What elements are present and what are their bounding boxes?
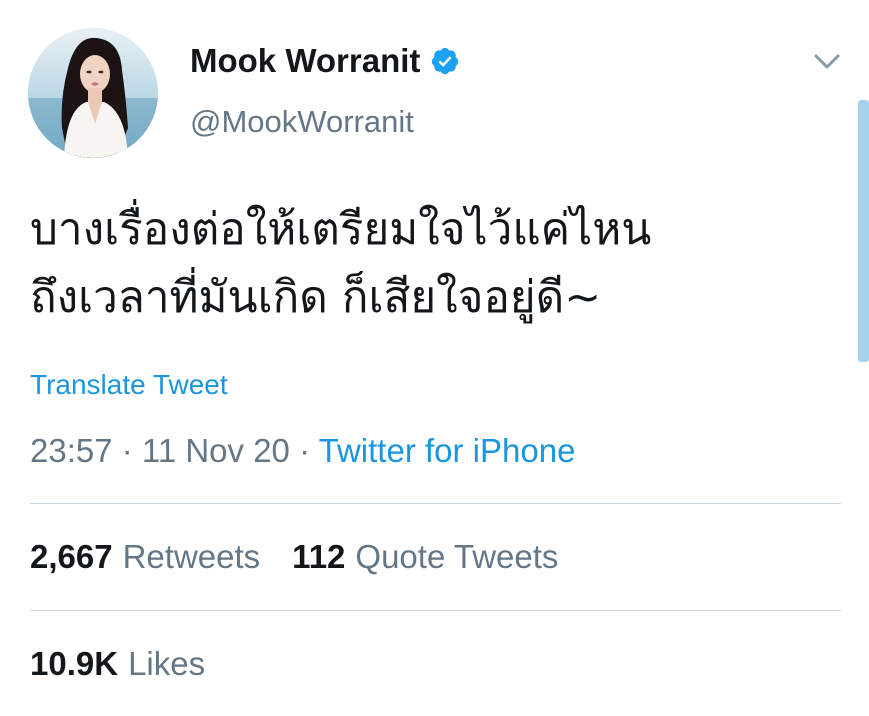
retweets-label: Retweets [122, 538, 261, 575]
meta-separator: · [289, 432, 319, 469]
engagement-stats: 2,667 Retweets 112 Quote Tweets [30, 538, 558, 576]
verified-badge-icon [430, 46, 460, 76]
quote-tweets-stat[interactable]: 112 Quote Tweets [292, 538, 558, 576]
user-handle[interactable]: @MookWorranit [190, 104, 414, 140]
quote-tweets-label: Quote Tweets [355, 538, 559, 575]
avatar[interactable] [28, 28, 158, 158]
display-name[interactable]: Mook Worranit [190, 42, 460, 80]
retweets-stat[interactable]: 2,667 Retweets [30, 538, 260, 576]
tweet-text-line: บางเรื่องต่อให้เตรียมใจไว้แค่ไหน [30, 204, 652, 255]
tweet-date[interactable]: 11 Nov 20 [142, 432, 290, 469]
likes-stat[interactable]: 10.9K Likes [30, 645, 205, 683]
tweet-time[interactable]: 23:57 [30, 432, 113, 469]
likes-label: Likes [128, 645, 206, 682]
tweet-meta: 23:57 · 11 Nov 20 · Twitter for iPhone [30, 432, 575, 470]
scrollbar[interactable] [858, 100, 869, 362]
translate-tweet-link[interactable]: Translate Tweet [30, 369, 228, 401]
quote-tweets-count: 112 [292, 538, 346, 575]
chevron-down-icon[interactable] [811, 50, 843, 74]
likes-count: 10.9K [30, 645, 119, 682]
divider [30, 610, 841, 611]
tweet-text-line: ถึงเวลาที่มันเกิด ก็เสียใจอยู่ดี~ [30, 272, 602, 323]
display-name-text[interactable]: Mook Worranit [190, 42, 420, 80]
divider [30, 503, 841, 504]
tweet-text: บางเรื่องต่อให้เตรียมใจไว้แค่ไหน ถึงเวลา… [30, 196, 830, 332]
avatar-image [28, 28, 158, 158]
retweets-count: 2,667 [30, 538, 113, 575]
tweet-source-link[interactable]: Twitter for iPhone [319, 432, 576, 469]
meta-separator: · [112, 432, 142, 469]
